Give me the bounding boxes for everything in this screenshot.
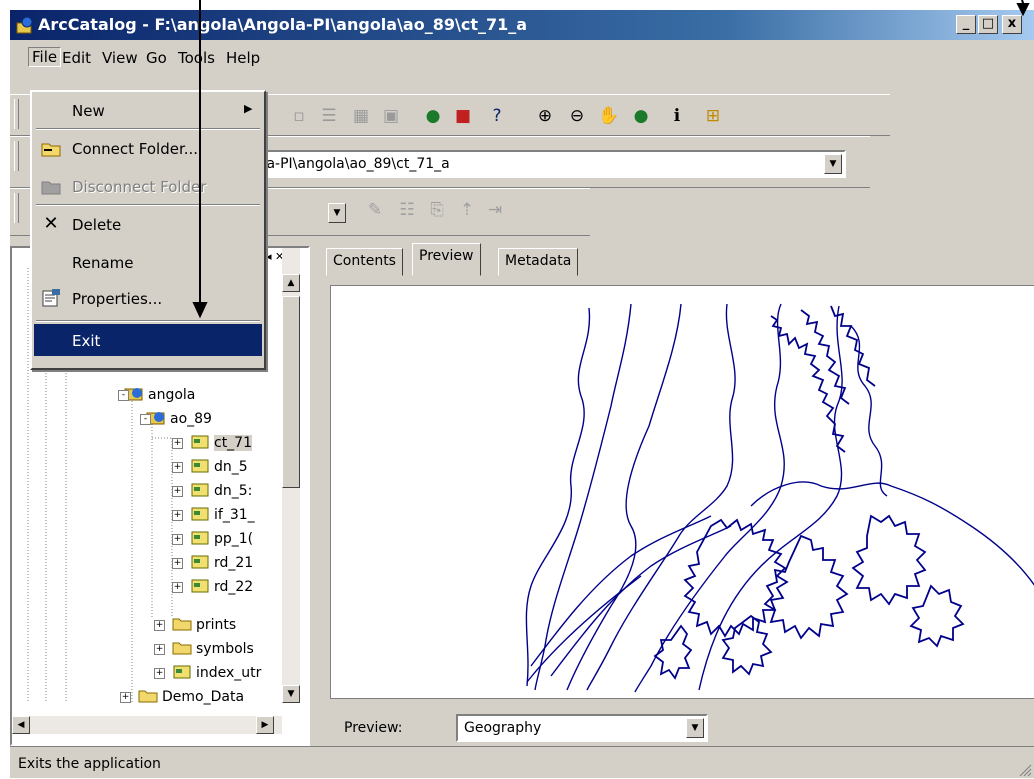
annotation-arrows bbox=[192, 0, 1030, 319]
